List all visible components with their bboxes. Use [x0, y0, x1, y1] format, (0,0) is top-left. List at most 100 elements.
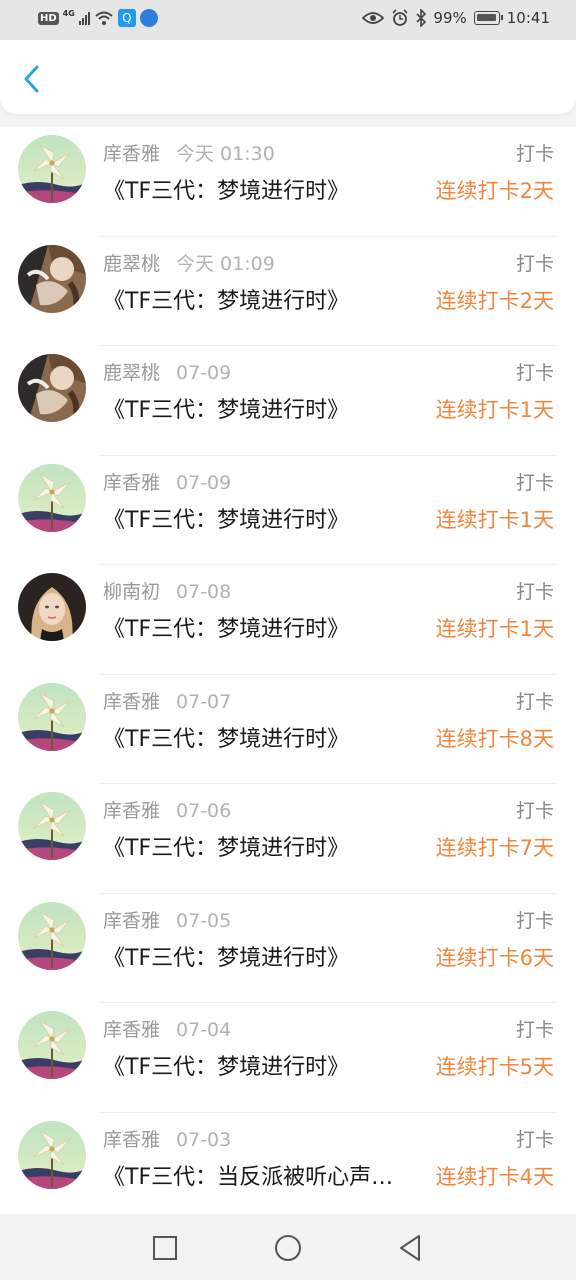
- streak-label: 连续打卡2天: [435, 179, 554, 203]
- book-title[interactable]: 《TF三代：梦境进行时》: [103, 283, 433, 315]
- streak-label: 连续打卡1天: [435, 507, 554, 532]
- book-title[interactable]: 《TF三代：梦境进行时》: [103, 830, 433, 862]
- nav-back-button[interactable]: [395, 1233, 425, 1263]
- item-time: 今天 01:09: [176, 252, 275, 275]
- square-icon: [153, 1236, 177, 1260]
- item-time: 今天 01:30: [176, 143, 275, 165]
- recent-apps-button[interactable]: [150, 1233, 180, 1263]
- list-item[interactable]: 柳南初 07-08 《TF三代：梦境进行时》 打卡连续打卡1天: [0, 565, 576, 675]
- book-title[interactable]: 《TF三代：梦境进行时》: [103, 173, 433, 205]
- browser-notification-icon: [139, 9, 158, 27]
- item-meta: 鹿翠桃 今天 01:09: [103, 249, 275, 276]
- user-name[interactable]: 柳南初: [103, 581, 160, 603]
- back-button[interactable]: [18, 62, 48, 96]
- checkin-tag: 打卡: [515, 909, 554, 932]
- item-time: 07-04: [176, 1019, 232, 1041]
- streak-label: 连续打卡2天: [435, 288, 554, 313]
- signal-icon: [78, 11, 90, 25]
- chevron-left-icon: [24, 65, 39, 93]
- list-item[interactable]: 庠香雅 07-07 《TF三代：梦境进行时》 打卡连续打卡8天: [0, 675, 576, 785]
- avatar[interactable]: [18, 354, 86, 422]
- avatar[interactable]: [18, 901, 86, 970]
- item-meta: 庠香雅 07-06: [103, 796, 231, 823]
- user-name[interactable]: 庠香雅: [103, 143, 160, 165]
- avatar[interactable]: [18, 244, 86, 313]
- book-title[interactable]: 《TF三代：当反派被听心声…: [103, 1159, 433, 1191]
- book-title[interactable]: 《TF三代：梦境进行时》: [103, 392, 433, 424]
- app-notification-icon: Q: [117, 9, 136, 27]
- network-type: 4G: [62, 8, 75, 18]
- home-button[interactable]: [273, 1233, 303, 1263]
- wifi-icon: [95, 11, 113, 25]
- user-name[interactable]: 庠香雅: [103, 910, 160, 932]
- battery-percent: 99%: [433, 9, 467, 27]
- streak-label: 连续打卡4天: [435, 1164, 554, 1189]
- list-item[interactable]: 庠香雅 07-05 《TF三代：梦境进行时》 打卡连续打卡6天: [0, 894, 576, 1004]
- user-name[interactable]: 庠香雅: [103, 1129, 160, 1151]
- checkin-tag: 打卡: [515, 1019, 554, 1041]
- item-meta: 鹿翠桃 07-09: [103, 358, 231, 385]
- alarm-icon: [392, 9, 408, 26]
- item-time: 07-08: [176, 581, 232, 603]
- system-nav-bar: [0, 1214, 576, 1280]
- checkin-tag: 打卡: [515, 581, 554, 603]
- list-item[interactable]: 庠香雅 07-06 《TF三代：梦境进行时》 打卡连续打卡7天: [0, 784, 576, 894]
- streak-label: 连续打卡5天: [435, 1055, 554, 1079]
- avatar[interactable]: [18, 1011, 86, 1079]
- item-time: 07-06: [176, 800, 232, 822]
- hd-badge: HD: [38, 11, 59, 25]
- streak-label: 连续打卡1天: [435, 398, 554, 422]
- user-name[interactable]: 庠香雅: [103, 472, 160, 494]
- avatar[interactable]: [18, 463, 86, 532]
- list-item[interactable]: 庠香雅 07-03 《TF三代：当反派被听心声… 打卡连续打卡4天: [0, 1113, 576, 1223]
- avatar[interactable]: [18, 792, 86, 860]
- avatar[interactable]: [18, 135, 86, 203]
- item-time: 07-09: [176, 362, 232, 384]
- circle-icon: [275, 1235, 301, 1261]
- checkin-tag: 打卡: [515, 1128, 554, 1151]
- book-title[interactable]: 《TF三代：梦境进行时》: [103, 940, 433, 972]
- item-meta: 庠香雅 07-09: [103, 468, 231, 495]
- checkin-tag: 打卡: [515, 471, 554, 494]
- checkin-tag: 打卡: [515, 800, 554, 822]
- book-title[interactable]: 《TF三代：梦境进行时》: [103, 1049, 433, 1081]
- avatar[interactable]: [18, 1120, 86, 1189]
- avatar[interactable]: [18, 682, 86, 751]
- status-bar: HD 4G Q 99% 10:41: [0, 0, 576, 40]
- user-name[interactable]: 庠香雅: [103, 691, 160, 713]
- user-name[interactable]: 庠香雅: [103, 1019, 160, 1041]
- checkin-tag: 打卡: [515, 690, 554, 713]
- item-time: 07-09: [176, 471, 232, 494]
- clock: 10:41: [506, 9, 550, 27]
- item-time: 07-05: [176, 909, 232, 932]
- book-title[interactable]: 《TF三代：梦境进行时》: [103, 502, 433, 534]
- list-item[interactable]: 鹿翠桃 07-09 《TF三代：梦境进行时》 打卡连续打卡1天: [0, 346, 576, 456]
- battery-icon: [473, 11, 503, 25]
- checkin-list: 庠香雅 今天 01:30 《TF三代：梦境进行时》 打卡 连续打卡2天 鹿翠桃 今天 01:…: [0, 127, 576, 1222]
- user-name[interactable]: 鹿翠桃: [103, 362, 160, 384]
- book-title[interactable]: 《TF三代：梦境进行时》: [103, 611, 433, 643]
- user-name[interactable]: 庠香雅: [103, 800, 160, 822]
- avatar[interactable]: [18, 573, 86, 641]
- list-item[interactable]: 庠香雅 07-09 《TF三代：梦境进行时》 打卡连续打卡1天: [0, 456, 576, 566]
- header-bar: [0, 40, 576, 114]
- list-item[interactable]: 鹿翠桃 今天 01:09 《TF三代：梦境进行时》 打卡连续打卡2天: [0, 237, 576, 347]
- item-meta: 庠香雅 今天 01:30: [103, 139, 275, 166]
- book-title[interactable]: 《TF三代：梦境进行时》: [103, 721, 433, 753]
- streak-label: 连续打卡8天: [435, 726, 554, 751]
- streak-label: 连续打卡7天: [435, 836, 554, 860]
- item-time: 07-03: [176, 1128, 232, 1151]
- streak-label: 连续打卡6天: [435, 945, 554, 970]
- checkin-tag: 打卡: [515, 252, 554, 275]
- item-meta: 庠香雅 07-07: [103, 687, 231, 714]
- user-name[interactable]: 鹿翠桃: [103, 253, 160, 275]
- bluetooth-icon: [416, 9, 427, 27]
- eye-icon: [362, 12, 385, 24]
- status-right: 99% 10:41: [362, 9, 550, 27]
- streak-label: 连续打卡1天: [435, 617, 554, 641]
- checkin-tag: 打卡: [515, 362, 554, 384]
- status-left: HD 4G Q: [38, 9, 158, 27]
- list-item[interactable]: 庠香雅 今天 01:30 《TF三代：梦境进行时》 打卡 连续打卡2天: [0, 127, 576, 237]
- item-meta: 庠香雅 07-05: [103, 906, 231, 933]
- list-item[interactable]: 庠香雅 07-04 《TF三代：梦境进行时》 打卡连续打卡5天: [0, 1003, 576, 1113]
